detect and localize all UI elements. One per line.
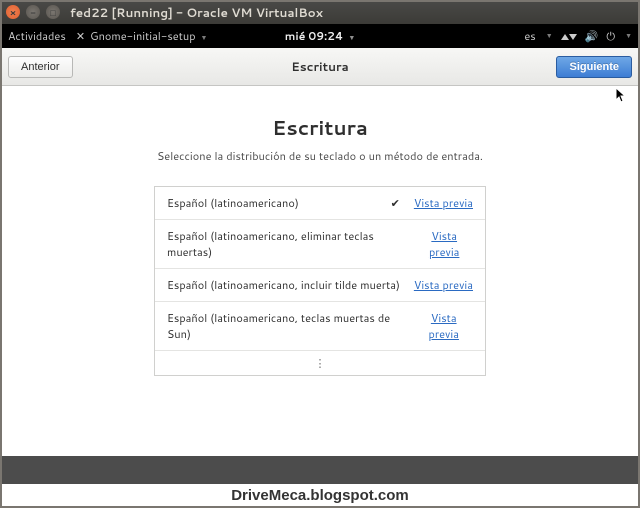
headerbar-title: Escritura [291,58,348,75]
wrench-icon: ✕ [76,28,85,44]
status-area[interactable]: es ▼ 🔊 ⏻ ▼ [524,28,632,44]
activities-button[interactable]: Actividades [8,28,66,44]
vm-titlebar: × − □ fed22 [Running] - Oracle VM Virtua… [0,0,640,24]
vm-title: fed22 [Running] - Oracle VM VirtualBox [70,4,323,21]
page-content: Escritura Seleccione la distribución de … [0,86,640,376]
layout-label: Español (latinoamericano, incluir tilde … [167,277,400,293]
chevron-down-icon: ▼ [625,31,632,41]
headerbar: Anterior Escritura Siguiente [0,48,640,86]
clock[interactable]: mié 09:24 ▼ [285,28,356,44]
preview-link[interactable]: Vista previa [414,195,473,211]
close-window-button[interactable]: × [6,5,20,19]
chevron-down-icon: ▼ [546,31,553,41]
preview-link[interactable]: Vista previa [414,310,473,342]
list-item[interactable]: Español (latinoamericano) ✔ Vista previa [155,187,485,220]
vm-statusbar [0,456,640,484]
keyboard-indicator: es [524,28,535,44]
minimize-window-button[interactable]: − [26,5,40,19]
gnome-topbar: Actividades ✕ Gnome-initial-setup ▼ mié … [0,24,640,48]
list-item[interactable]: Español (latinoamericano, incluir tilde … [155,269,485,302]
clock-label: mié 09:24 [285,28,344,44]
more-icon: ⋮ [315,355,326,371]
volume-icon: 🔊 [585,28,599,44]
page-subtitle: Seleccione la distribución de su teclado… [0,148,640,164]
list-item[interactable]: Español (latinoamericano, eliminar tecla… [155,220,485,269]
keyboard-layout-list: Español (latinoamericano) ✔ Vista previa… [154,186,486,376]
layout-label: Español (latinoamericano, eliminar tecla… [167,228,415,260]
window-controls: × − □ [6,5,60,19]
next-button[interactable]: Siguiente [556,56,632,78]
show-more-button[interactable]: ⋮ [155,351,485,375]
chevron-down-icon: ▼ [348,33,355,43]
app-menu[interactable]: ✕ Gnome-initial-setup ▼ [76,28,208,44]
chevron-down-icon: ▼ [201,33,208,43]
preview-link[interactable]: Vista previa [414,277,473,293]
layout-label: Español (latinoamericano) [167,195,299,211]
app-menu-label: Gnome-initial-setup [90,28,195,44]
back-button[interactable]: Anterior [8,56,73,78]
list-item[interactable]: Español (latinoamericano, teclas muertas… [155,302,485,351]
watermark: DriveMeca.blogspot.com [0,484,640,508]
power-icon: ⏻ [606,28,615,44]
layout-label: Español (latinoamericano, teclas muertas… [167,310,414,342]
page-title: Escritura [0,114,640,142]
network-icon [561,28,577,44]
maximize-window-button[interactable]: □ [46,5,60,19]
preview-link[interactable]: Vista previa [415,228,473,260]
check-icon: ✔ [391,195,400,211]
